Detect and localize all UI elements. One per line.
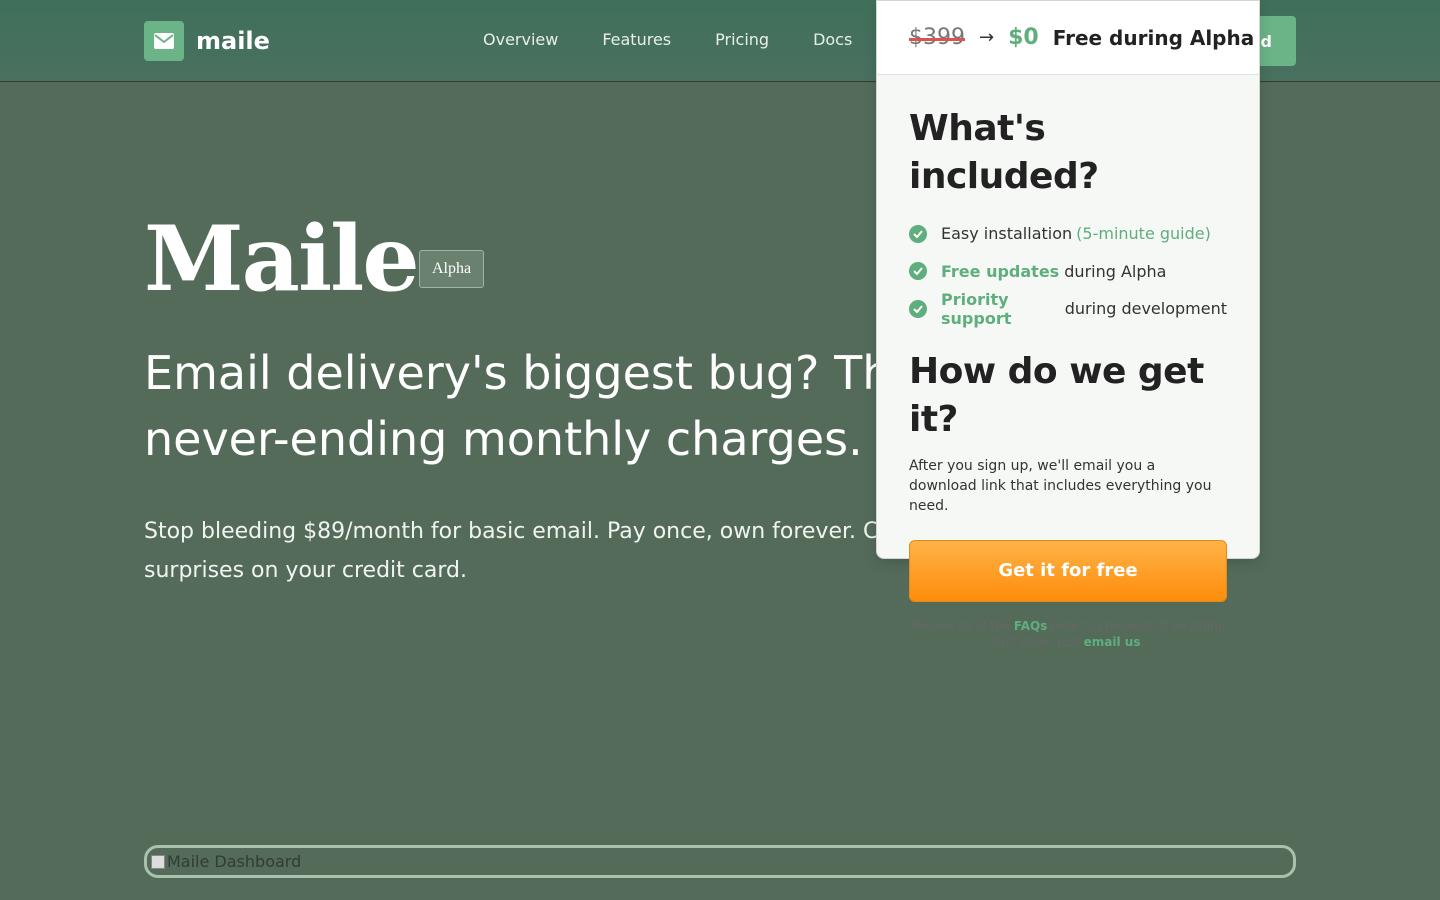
item-bold: Free updates xyxy=(941,261,1060,281)
dashboard-alt-text: Maile Dashboard xyxy=(167,852,302,871)
fine-text: Review all of the xyxy=(910,618,1014,633)
check-circle-icon xyxy=(909,299,927,318)
item-text: during development xyxy=(1059,299,1227,319)
nav-docs[interactable]: Docs xyxy=(813,30,852,49)
pricing-popover: $399 → $0 Free during Alpha What's inclu… xyxy=(876,0,1260,649)
how-title: How do we get it? xyxy=(909,350,1204,440)
arrow-right-icon: → xyxy=(979,27,995,48)
how-description: After you sign up, we'll email you a dow… xyxy=(909,457,1212,514)
included-title: What's included? xyxy=(909,108,1099,197)
free-label: Free during Alpha xyxy=(1052,25,1255,50)
list-item: Easy installation (5-minute guide) xyxy=(909,215,1227,253)
guide-link[interactable]: (5-minute guide) xyxy=(1076,224,1211,243)
item-text: during Alpha xyxy=(1059,261,1167,281)
check-circle-icon xyxy=(909,224,927,243)
brand-name: maile xyxy=(196,27,270,55)
price-banner: $399 → $0 Free during Alpha xyxy=(877,1,1259,75)
item-bold: Priority support xyxy=(941,289,1012,328)
fine-print: Review all of the FAQs prior to checkout… xyxy=(909,618,1227,650)
get-free-button[interactable]: Get it for free xyxy=(909,539,1227,602)
dashboard-image: Maile Dashboard xyxy=(144,845,1296,878)
item-text: Easy installation xyxy=(941,224,1073,244)
faqs-link[interactable]: FAQs xyxy=(1014,619,1047,633)
nav-pricing[interactable]: Pricing xyxy=(715,30,769,49)
nav-features[interactable]: Features xyxy=(602,30,671,49)
check-circle-icon xyxy=(909,262,927,281)
included-list: Easy installation (5-minute guide) Free … xyxy=(909,215,1227,328)
list-item: Free updates during Alpha xyxy=(909,253,1227,291)
broken-image-icon xyxy=(151,854,165,869)
list-item: Priority support during development xyxy=(909,290,1227,328)
mail-icon xyxy=(144,21,184,61)
hero-title: Maile xyxy=(144,206,420,312)
brand[interactable]: maile xyxy=(144,21,270,61)
email-us-link[interactable]: email us xyxy=(1084,635,1141,649)
old-price: $399 xyxy=(909,25,965,50)
new-price: $0 xyxy=(1008,25,1039,50)
nav-overview[interactable]: Overview xyxy=(483,30,558,49)
alpha-badge: Alpha xyxy=(419,250,484,288)
main-nav: Overview Features Pricing Docs xyxy=(483,30,896,49)
fine-text: . xyxy=(1140,634,1145,649)
